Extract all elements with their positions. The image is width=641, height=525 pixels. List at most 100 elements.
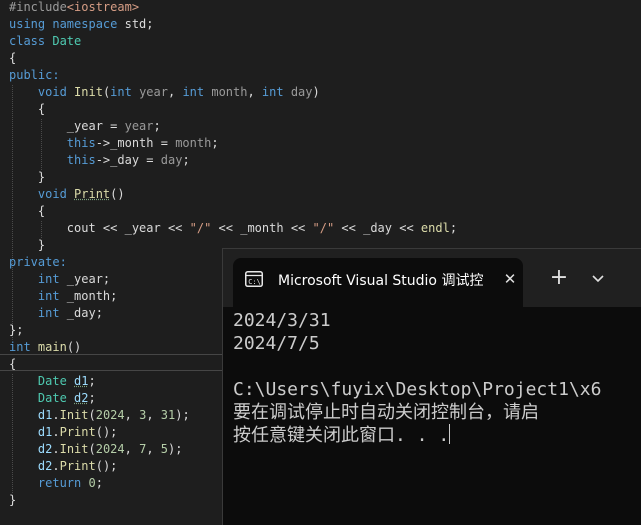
- code-token: month: [211, 85, 248, 99]
- code-token: _month: [110, 136, 154, 150]
- code-token: class: [9, 34, 53, 48]
- code-token: _year: [9, 119, 103, 133]
- code-token: }: [9, 493, 17, 507]
- code-token: cout: [9, 221, 103, 235]
- terminal-window[interactable]: C:\ Microsoft Visual Studio 调试控 ✕ + 2024…: [222, 248, 641, 525]
- code-token: ();: [95, 459, 118, 473]
- code-token: Init: [59, 442, 89, 456]
- code-token: Print: [74, 187, 111, 201]
- code-line: void Init(int year, int month, int day): [9, 84, 320, 101]
- code-token: year: [139, 85, 168, 99]
- code-token: {: [9, 204, 46, 218]
- code-token: {: [9, 357, 17, 371]
- terminal-titlebar[interactable]: C:\ Microsoft Visual Studio 调试控 ✕ +: [223, 249, 641, 307]
- code-token: 0: [88, 476, 96, 490]
- code-line: }: [9, 169, 45, 186]
- code-token: ,: [124, 408, 140, 422]
- code-token: this: [9, 153, 96, 167]
- code-token: d1: [9, 408, 53, 422]
- code-token: _day: [363, 221, 392, 235]
- code-line: }: [9, 237, 45, 254]
- code-token: day: [290, 85, 313, 99]
- code-token: ;: [153, 119, 161, 133]
- code-token: d1: [74, 374, 89, 388]
- code-token: ,: [124, 442, 140, 456]
- code-token: private:: [9, 255, 67, 269]
- code-token: _day: [66, 306, 96, 320]
- code-token: Print: [59, 459, 96, 473]
- code-token: int: [9, 272, 67, 286]
- new-tab-button[interactable]: +: [548, 267, 570, 289]
- code-token: <<: [160, 221, 190, 235]
- code-token: };: [9, 323, 24, 337]
- code-token: .: [52, 408, 60, 422]
- code-token: }: [9, 170, 46, 184]
- code-token: ,: [247, 85, 262, 99]
- code-token: 2024: [95, 408, 125, 422]
- tab-title: Microsoft Visual Studio 调试控: [278, 273, 484, 289]
- code-token: d2: [74, 391, 89, 405]
- code-token: <<: [283, 221, 313, 235]
- code-token: (: [88, 408, 96, 422]
- code-token: d2: [9, 459, 53, 473]
- code-line: _year = year;: [9, 118, 161, 135]
- code-token: ): [312, 85, 320, 99]
- code-line: d1.Print();: [9, 424, 118, 441]
- terminal-output-line: 要在调试停止时自动关闭控制台，请启: [233, 401, 601, 424]
- code-line: };: [9, 322, 23, 339]
- terminal-tab[interactable]: C:\ Microsoft Visual Studio 调试控 ✕: [233, 258, 523, 307]
- code-token: ,: [146, 408, 161, 422]
- code-token: "/": [312, 221, 335, 235]
- code-token: d1: [9, 425, 53, 439]
- terminal-output[interactable]: 2024/3/31 2024/7/5 C:\Users\fuyix\Desktop\…: [233, 309, 601, 447]
- code-token: <<: [102, 221, 125, 235]
- terminal-output-line: C:\Users\fuyix\Desktop\Project1\x6: [233, 378, 601, 401]
- code-line: int _month;: [9, 288, 118, 305]
- code-token: Print: [59, 425, 96, 439]
- code-line: int _day;: [9, 305, 103, 322]
- terminal-output-line: 2024/7/5: [233, 332, 601, 355]
- terminal-output-text: 按任意键关闭此窗口. . .: [233, 425, 450, 446]
- code-token: d2: [9, 442, 53, 456]
- code-line: int _year;: [9, 271, 110, 288]
- code-token: .: [52, 442, 60, 456]
- console-icon: C:\: [245, 271, 263, 287]
- code-token: month: [175, 136, 212, 150]
- code-token: ->: [95, 136, 111, 150]
- code-line: Date d1;: [9, 373, 96, 390]
- code-line: class Date: [9, 33, 81, 50]
- code-token: <<: [211, 221, 241, 235]
- code-token: {: [9, 102, 46, 116]
- code-line: cout << _year << "/" << _month << "/" <<…: [9, 220, 457, 237]
- code-line: d2.Print();: [9, 458, 118, 475]
- code-token: _day: [110, 153, 140, 167]
- code-token: "/": [189, 221, 212, 235]
- code-token: ->: [95, 153, 111, 167]
- code-token: this: [9, 136, 96, 150]
- code-token: _month: [240, 221, 284, 235]
- code-token: <iostream>: [66, 0, 140, 14]
- terminal-output-text: 要在调试停止时自动关闭控制台，请启: [233, 402, 539, 423]
- code-token: ;: [95, 306, 103, 320]
- terminal-output-text: 2024/3/31: [233, 310, 331, 331]
- code-line: #include<iostream>: [9, 0, 139, 16]
- code-line: private:: [9, 254, 67, 271]
- code-token: namespace: [52, 17, 125, 31]
- code-token: int: [9, 306, 67, 320]
- code-line: d2.Init(2024, 7, 5);: [9, 441, 183, 458]
- code-token: );: [168, 442, 183, 456]
- code-token: .: [52, 459, 60, 473]
- code-token: ,: [146, 442, 161, 456]
- code-line: void Print(): [9, 186, 125, 203]
- chevron-down-icon[interactable]: [587, 267, 609, 289]
- close-tab-button[interactable]: ✕: [500, 269, 520, 289]
- code-token: #include: [9, 0, 67, 14]
- code-token: ;: [88, 391, 96, 405]
- code-line: public:: [9, 67, 60, 84]
- code-line: return 0;: [9, 475, 103, 492]
- code-token: year: [124, 119, 154, 133]
- code-line: this->_month = month;: [9, 135, 219, 152]
- code-line: int main(): [9, 339, 81, 356]
- terminal-output-line: 按任意键关闭此窗口. . .: [233, 424, 601, 447]
